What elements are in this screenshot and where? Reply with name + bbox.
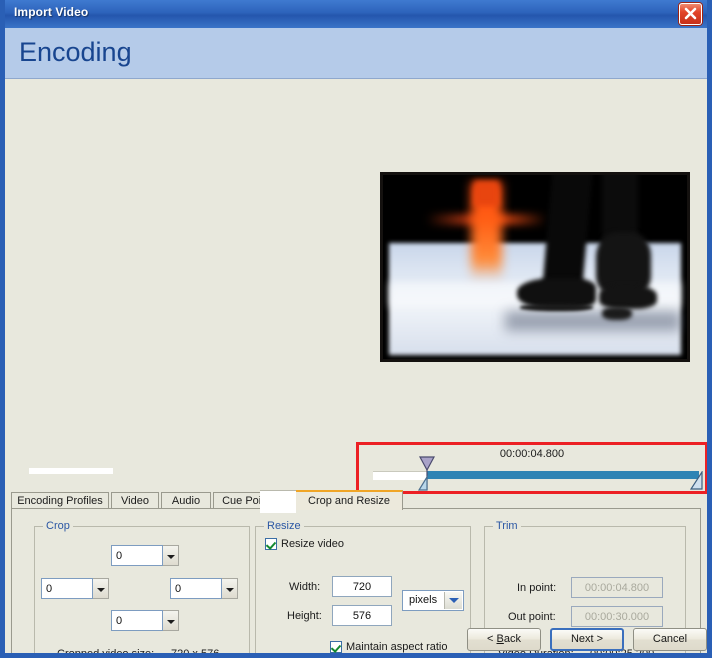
trim-group-label: Trim — [493, 520, 521, 532]
dialog-body: 00:00:04.800 Encoding Profiles Video Aud… — [5, 79, 707, 653]
units-dropdown[interactable]: pixels — [402, 590, 464, 611]
width-input[interactable] — [332, 576, 392, 597]
crop-right-spinner[interactable] — [170, 578, 238, 599]
preview-blade-left — [519, 303, 593, 312]
next-button[interactable]: Next > — [550, 628, 624, 651]
crop-left-input[interactable] — [41, 578, 93, 599]
window-title: Import Video — [14, 5, 89, 19]
crop-group-label: Crop — [43, 520, 73, 532]
import-video-dialog: Import Video Encoding 00:00:04.800 Encod… — [0, 0, 712, 658]
height-label: Height: — [287, 610, 322, 622]
out-point-label: Out point: — [508, 611, 556, 623]
crop-group: Crop Cropped video size: — [34, 520, 250, 658]
close-x-glyph — [684, 7, 697, 20]
crop-left-spin-button[interactable] — [93, 578, 109, 599]
resize-group-label: Resize — [264, 520, 304, 532]
timeline-track-selected[interactable] — [427, 471, 699, 479]
crop-left-spinner[interactable] — [41, 578, 109, 599]
tab-crop-and-resize[interactable]: Crop and Resize — [295, 490, 403, 510]
crop-bottom-spinner[interactable] — [111, 610, 179, 631]
timeline-scrubber[interactable]: 00:00:04.800 — [356, 442, 707, 494]
crop-bottom-spin-button[interactable] — [163, 610, 179, 631]
in-point-label: In point: — [517, 582, 557, 594]
out-point-input[interactable] — [571, 606, 663, 627]
progress-bar-artifact — [29, 468, 113, 474]
resize-video-checkbox-box[interactable] — [265, 538, 277, 550]
width-label: Width: — [289, 581, 321, 593]
tab-strip: Encoding Profiles Video Audio Cue Points… — [11, 490, 701, 513]
crop-bottom-input[interactable] — [111, 610, 163, 631]
tab-overlay-artifact — [260, 490, 296, 513]
cropped-size-label: Cropped video size: — [57, 648, 155, 658]
units-dropdown-value: pixels — [409, 594, 438, 606]
preview-blade-right — [601, 307, 633, 321]
maintain-aspect-checkbox[interactable]: Maintain aspect ratio — [330, 641, 448, 653]
video-preview[interactable] — [380, 172, 690, 362]
preview-background — [383, 175, 687, 244]
crop-right-spin-button[interactable] — [222, 578, 238, 599]
cancel-button[interactable]: Cancel — [633, 628, 707, 651]
maintain-aspect-label: Maintain aspect ratio — [346, 641, 448, 653]
preview-shadow — [504, 311, 681, 332]
in-point-marker[interactable] — [418, 455, 436, 492]
out-point-marker[interactable] — [690, 471, 704, 491]
chevron-down-icon[interactable] — [444, 592, 462, 609]
cropped-size-value: 720 x 576 — [171, 648, 220, 658]
close-icon[interactable] — [679, 3, 702, 25]
tab-encoding-profiles[interactable]: Encoding Profiles — [11, 492, 109, 509]
crop-top-spin-button[interactable] — [163, 545, 179, 566]
height-input[interactable] — [332, 605, 392, 626]
crop-top-input[interactable] — [111, 545, 163, 566]
resize-group: Resize Resize video Width: Height: pixel… — [255, 520, 471, 653]
back-button[interactable]: < Back — [467, 628, 541, 651]
tab-video[interactable]: Video — [111, 492, 159, 509]
maintain-aspect-checkbox-box[interactable] — [330, 641, 342, 653]
preview-red-lamp — [474, 180, 499, 207]
resize-video-checkbox[interactable]: Resize video — [265, 538, 344, 550]
page-title: Encoding — [19, 37, 132, 67]
preview-skate-right — [598, 285, 657, 310]
timeline-current-time: 00:00:04.800 — [499, 448, 565, 460]
crop-top-spinner[interactable] — [111, 545, 179, 566]
resize-video-label: Resize video — [281, 538, 344, 550]
title-bar: Import Video — [5, 0, 707, 29]
crop-right-input[interactable] — [170, 578, 222, 599]
in-point-input[interactable] — [571, 577, 663, 598]
wizard-header: Encoding — [5, 28, 707, 79]
tab-audio[interactable]: Audio — [161, 492, 211, 509]
